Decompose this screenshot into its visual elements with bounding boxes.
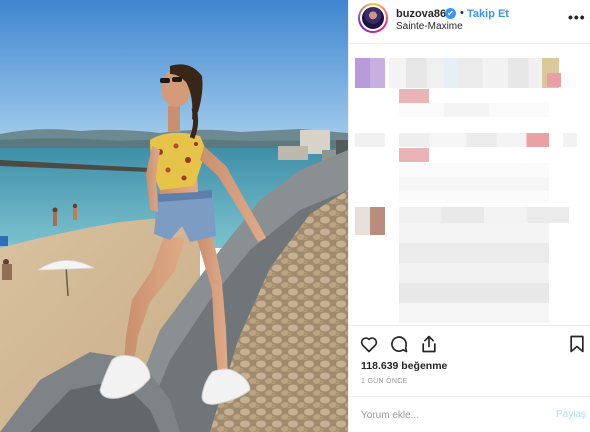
comment-input[interactable] — [361, 407, 531, 423]
post-timestamp[interactable]: 1 GÜN ÖNCE — [361, 378, 408, 385]
follow-button[interactable]: Takip Et — [467, 8, 509, 20]
post-side-panel: buzova86 ✔ • Takip Et Sainte-Maxime ••• — [348, 0, 590, 432]
header-separator: • — [460, 7, 464, 19]
add-comment-bar: Paylaş — [349, 396, 590, 432]
comment-avatar[interactable] — [355, 133, 385, 147]
post-actions: 118.639 beğenme 1 GÜN ÖNCE — [349, 325, 590, 395]
username-link[interactable]: buzova86 — [396, 8, 446, 20]
comment-avatar[interactable] — [355, 58, 385, 88]
post-comment-button[interactable]: Paylaş — [556, 409, 586, 420]
more-options-icon[interactable]: ••• — [568, 9, 586, 25]
share-icon[interactable] — [419, 334, 439, 354]
likes-count[interactable]: 118.639 beğenme — [361, 360, 447, 372]
avatar-image — [360, 5, 386, 31]
comment-pixel-block — [399, 163, 549, 203]
beach-photo-image — [0, 0, 348, 432]
heart-icon[interactable] — [359, 334, 379, 354]
comment-icon[interactable] — [389, 334, 409, 354]
post-photo[interactable] — [0, 0, 348, 432]
bookmark-icon[interactable] — [567, 334, 587, 354]
comment-pixel-block — [389, 58, 559, 88]
comment-pixel-block — [399, 89, 429, 103]
comment-pixel-block — [399, 207, 569, 223]
comments-list — [349, 45, 590, 323]
comment-avatar[interactable] — [355, 207, 385, 235]
comment-pixel-block — [399, 223, 549, 323]
comment-pixel-block — [399, 103, 549, 117]
avatar[interactable] — [358, 3, 388, 33]
comment-pixel-block — [399, 148, 429, 162]
verified-badge-icon: ✔ — [445, 8, 456, 19]
comment-pixel-block — [399, 133, 549, 147]
comment-pixel-block — [547, 73, 561, 87]
comment-pixel-block — [563, 133, 577, 147]
post-header: buzova86 ✔ • Takip Et Sainte-Maxime ••• — [349, 0, 590, 44]
location-link[interactable]: Sainte-Maxime — [396, 21, 463, 32]
